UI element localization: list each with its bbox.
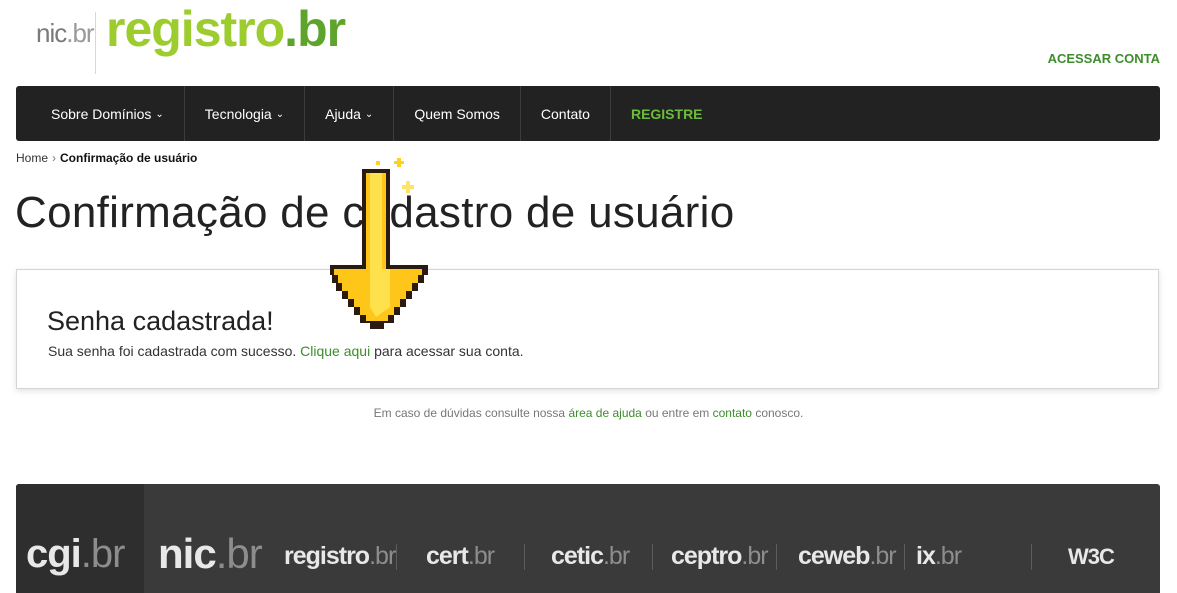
chevron-down-icon: ⌄ [275,109,285,120]
footer-divider [1031,544,1032,570]
nav-item-contato[interactable]: Contato [521,86,611,141]
help-text-middle: ou entre em [645,406,710,420]
nav-item-ajuda[interactable]: Ajuda ⌄ [305,86,395,141]
nav-item-tecnologia[interactable]: Tecnologia ⌄ [185,86,306,141]
help-text: Em caso de dúvidas consulte nossa área d… [0,406,1177,420]
breadcrumb-separator: › [52,151,57,165]
footer-logo-ceweb[interactable]: ceweb.br [798,542,897,571]
footer-logo-text: cetic [551,542,604,570]
registro-logo-text: registro [106,1,285,57]
footer-logo-registro[interactable]: registro.br [284,542,396,571]
footer-logo-suffix: .br [215,530,263,577]
registro-br-logo[interactable]: registro.br [106,1,346,57]
nic-br-logo[interactable]: nic.br [36,18,95,49]
footer-logo-ceptro[interactable]: ceptro.br [671,542,769,571]
sparkle-icon [397,158,401,167]
registro-logo-suffix: .br [284,1,346,57]
footer-divider [776,544,777,570]
nav-item-label: Tecnologia [204,105,272,122]
breadcrumb-current: Confirmação de usuário [60,151,198,165]
footer-logo-nic[interactable]: nic.br [158,530,263,578]
footer-divider [652,544,653,570]
card-text-after: para acessar sua conta. [374,343,524,359]
nav-item-sobre-dominios[interactable]: Sobre Domínios ⌄ [16,86,185,141]
nav-item-label: Sobre Domínios [51,105,152,122]
footer-logo-suffix: .br [80,532,126,576]
help-text-after: conosco. [755,406,804,420]
footer-logo-suffix: .br [467,542,495,570]
card-text-before: Sua senha foi cadastrada com sucesso. [48,343,297,359]
footer-logo-suffix: .br [869,542,896,570]
nav-item-registre[interactable]: REGISTRE [611,86,723,141]
sparkle-icon [406,181,410,193]
footer-divider [904,544,905,570]
footer-logo-text: ix [916,542,936,570]
footer-logo-cetic[interactable]: cetic.br [551,542,630,571]
footer-logo-text: nic [158,530,217,577]
footer-logo-suffix: .br [602,542,630,570]
footer-logo-text: W3C [1068,544,1115,569]
nav-item-label: Ajuda [325,105,361,122]
nav-item-quem-somos[interactable]: Quem Somos [394,86,521,141]
breadcrumb-home-link[interactable]: Home [16,151,48,165]
footer-logo-suffix: .br [741,542,768,570]
footer-divider [524,544,525,570]
footer-logo-text: ceptro [671,542,742,570]
nav-item-label: Contato [540,105,590,122]
footer-logo-text: cert [426,542,469,570]
main-nav: Sobre Domínios ⌄ Tecnologia ⌄ Ajuda ⌄ Quem … [16,86,1160,141]
nic-logo-text: nic [36,18,67,48]
help-area-link[interactable]: área de ajuda [568,406,641,420]
breadcrumb: Home › Confirmação de usuário [16,151,197,165]
arrow-down-icon [330,158,428,329]
site-footer: cgi.br nic.br registro.br cert.br cetic.… [16,484,1160,593]
footer-logo-suffix: .br [934,542,962,570]
footer-logo-w3c[interactable]: W3C [1068,544,1115,570]
footer-logo-text: registro [284,542,370,570]
chevron-down-icon: ⌄ [155,109,164,120]
nav-item-label: REGISTRE [630,105,703,122]
footer-logo-text: cgi [26,532,82,576]
footer-logo-cgi[interactable]: cgi.br [26,532,126,577]
site-header: nic.br registro.br ACESSAR CONTA [0,0,1177,86]
logo-divider [95,12,96,74]
footer-logo-text: ceweb [798,542,870,570]
footer-divider [396,544,397,570]
help-text-before: Em caso de dúvidas consulte nossa [373,406,566,420]
sparkle-icon [376,161,380,165]
nav-item-label: Quem Somos [414,105,500,122]
footer-logo-cert[interactable]: cert.br [426,542,495,571]
card-title: Senha cadastrada! [47,306,274,336]
footer-logo-suffix: .br [369,542,396,570]
card-message: Sua senha foi cadastrada com sucesso. Cl… [48,343,524,359]
click-here-link[interactable]: Clique aqui [300,343,370,359]
chevron-down-icon: ⌄ [364,109,374,120]
footer-logo-ix[interactable]: ix.br [916,542,962,571]
access-account-link[interactable]: ACESSAR CONTA [1048,51,1160,66]
contact-link[interactable]: contato [713,406,752,420]
confirmation-card: Senha cadastrada! Sua senha foi cadastra… [16,269,1159,389]
nic-logo-suffix: .br [66,18,94,48]
